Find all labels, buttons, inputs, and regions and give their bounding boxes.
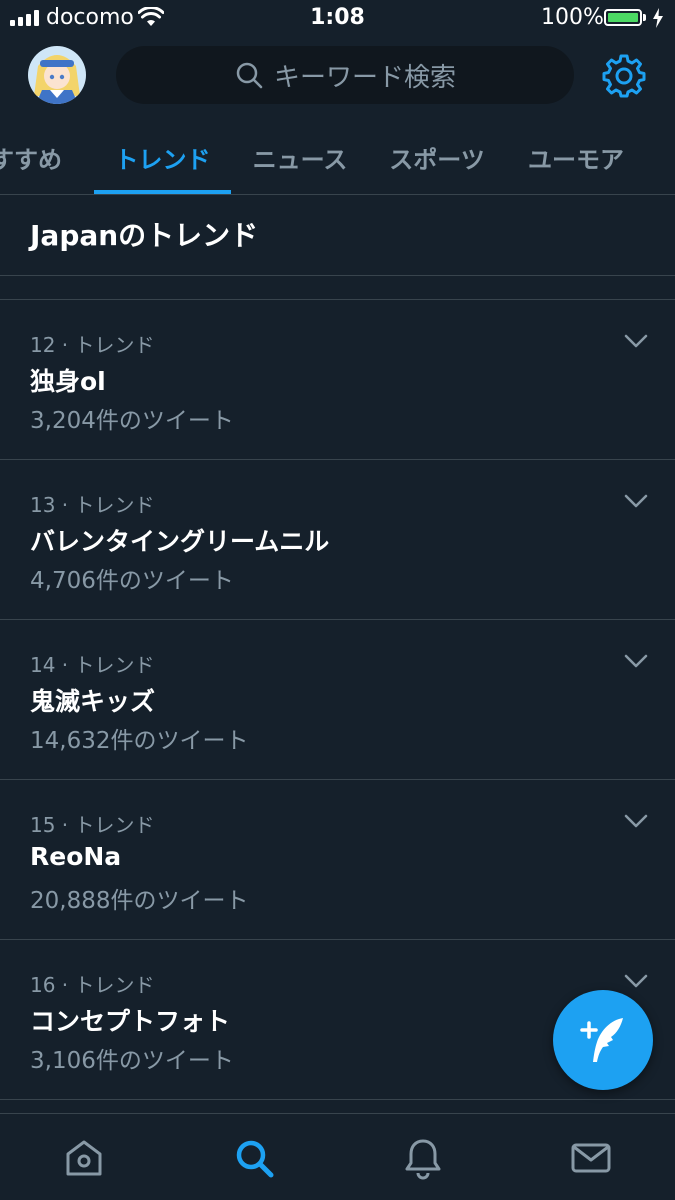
tab-news[interactable]: ニュース <box>240 120 360 194</box>
messages-icon[interactable] <box>569 1136 613 1180</box>
divider <box>0 275 675 276</box>
compose-tweet-button[interactable] <box>553 990 653 1090</box>
chevron-down-icon[interactable] <box>624 334 648 348</box>
home-icon[interactable] <box>62 1136 106 1180</box>
tab-humor[interactable]: ユーモア <box>514 120 638 194</box>
explore-tabs: すすめ トレンド ニュース スポーツ ユーモア <box>0 120 675 195</box>
trend-rank: 16 · トレンド <box>30 973 155 997</box>
trend-tweet-count: 14,632件のツイート <box>30 728 249 754</box>
trend-item[interactable]: 15 · トレンド ReoNa 20,888件のツイート <box>0 780 675 940</box>
explore-screen: docomo 1:08 100% キーワード検索 すすめ トレンド ニュース ス… <box>0 0 675 1200</box>
search-icon <box>236 62 263 89</box>
status-bar: docomo 1:08 100% <box>0 0 675 38</box>
active-tab-indicator <box>94 190 231 194</box>
chevron-down-icon[interactable] <box>624 654 648 668</box>
profile-avatar[interactable] <box>28 46 86 104</box>
trend-tweet-count: 3,204件のツイート <box>30 408 234 434</box>
tab-recommended[interactable]: すすめ <box>0 120 76 194</box>
search-bar[interactable]: キーワード検索 <box>116 46 574 104</box>
chevron-down-icon[interactable] <box>624 814 648 828</box>
bottom-navigation <box>0 1113 675 1200</box>
trend-item[interactable]: 12 · トレンド 独身ol 3,204件のツイート <box>0 300 675 460</box>
search-placeholder: キーワード検索 <box>273 62 456 93</box>
compose-feather-icon <box>580 1018 623 1062</box>
trend-tweet-count: 4,706件のツイート <box>30 568 234 594</box>
settings-gear-icon[interactable] <box>602 54 646 98</box>
trend-item[interactable]: 14 · トレンド 鬼滅キッズ 14,632件のツイート <box>0 620 675 780</box>
trend-name: 鬼滅キッズ <box>30 687 156 716</box>
chevron-down-icon[interactable] <box>624 974 648 988</box>
chevron-down-icon[interactable] <box>624 494 648 508</box>
trend-rank: 12 · トレンド <box>30 333 155 357</box>
tab-sports[interactable]: スポーツ <box>376 120 498 194</box>
tab-trends[interactable]: トレンド <box>94 120 231 194</box>
trend-name: 独身ol <box>30 367 106 396</box>
trend-item[interactable]: 13 · トレンド バレンタイングリームニル 4,706件のツイート <box>0 460 675 620</box>
trend-rank: 15 · トレンド <box>30 813 155 837</box>
avatar-image <box>28 46 86 104</box>
section-title: Japanのトレンド <box>30 219 259 252</box>
trend-name: バレンタイングリームニル <box>30 527 330 556</box>
charging-bolt-icon <box>653 8 663 28</box>
battery-tip <box>643 14 646 21</box>
trend-tweet-count: 3,106件のツイート <box>30 1048 234 1074</box>
notifications-icon[interactable] <box>401 1136 445 1180</box>
trend-rank: 14 · トレンド <box>30 653 155 677</box>
trends-list: 12 · トレンド 独身ol 3,204件のツイート 13 · トレンド バレン… <box>0 300 675 1100</box>
trend-tweet-count: 20,888件のツイート <box>30 888 249 914</box>
trend-rank: 13 · トレンド <box>30 493 155 517</box>
trend-name: コンセプトフォト <box>30 1007 231 1036</box>
trend-name: ReoNa <box>30 842 122 871</box>
battery-percentage: 100% <box>541 5 604 30</box>
search-icon[interactable] <box>232 1136 276 1180</box>
battery-icon <box>604 9 642 26</box>
